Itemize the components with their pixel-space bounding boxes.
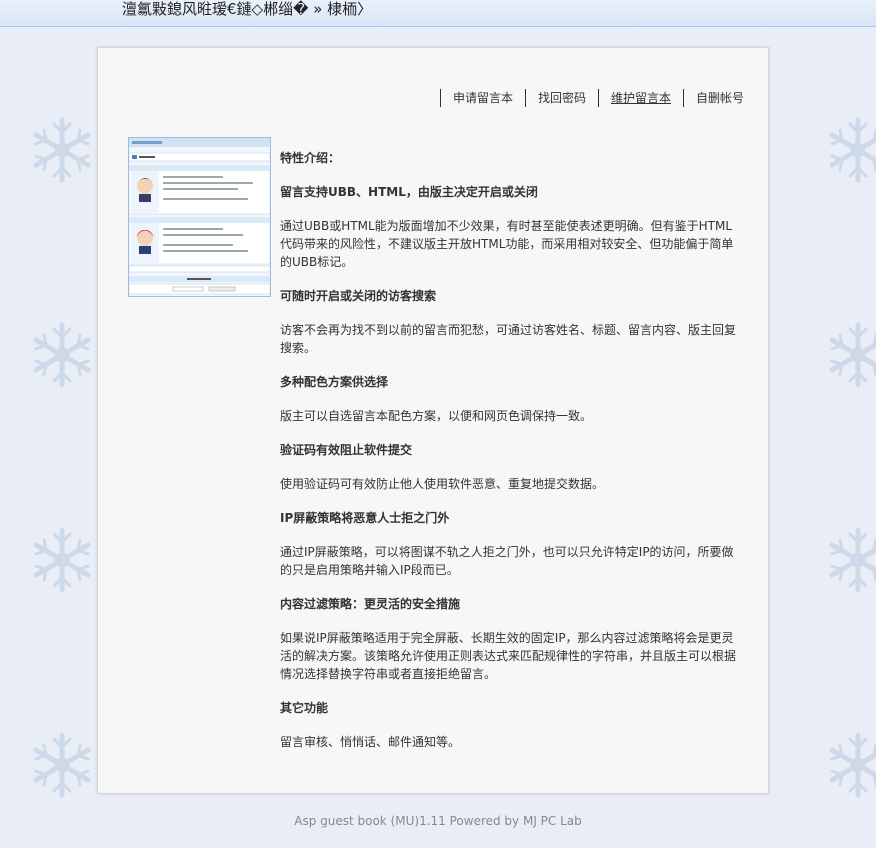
- feature-description: 通过IP屏蔽策略，可以将图谋不轨之人拒之门外，也可以只允许特定IP的访问，所要做…: [280, 545, 734, 577]
- feature-title: 多种配色方案供选择: [280, 375, 389, 389]
- feature-description: 留言审核、悄悄话、邮件通知等。: [280, 735, 461, 749]
- nav-delete-account[interactable]: 自删帐号: [682, 89, 744, 107]
- footer-credit: Asp guest book (MU)1.11 Powered by MJ PC…: [294, 814, 582, 828]
- snowflake-icon: [36, 325, 88, 385]
- snowflake-icon: [832, 735, 876, 795]
- top-bar: 澶氱敤鎴风暀瑷€鏈◇郴缁� » 棣栭〉: [0, 0, 876, 27]
- breadcrumb: 澶氱敤鎴风暀瑷€鏈◇郴缁� » 棣栭〉: [122, 0, 373, 18]
- snowflake-icon: [832, 325, 876, 385]
- feature-title: 内容过滤策略：更灵活的安全措施: [280, 597, 461, 611]
- feature-title: IP屏蔽策略将恶意人士拒之门外: [280, 511, 450, 525]
- feature-title: 验证码有效阻止软件提交: [280, 443, 413, 457]
- features-content: 特性介绍： 留言支持UBB、HTML，由版主决定开启或关闭 通过UBB或HTML…: [280, 149, 740, 767]
- snowflake-icon: [36, 120, 88, 180]
- feature-title: 可随时开启或关闭的访客搜索: [280, 289, 437, 303]
- top-nav: 申请留言本 找回密码 维护留言本 自删帐号: [439, 89, 744, 107]
- feature-description: 版主可以自选留言本配色方案，以便和网页色调保持一致。: [280, 409, 593, 423]
- nav-recover-password[interactable]: 找回密码: [524, 89, 598, 107]
- feature-description: 访客不会再为找不到以前的留言而犯愁，可通过访客姓名、标题、留言内容、版主回复搜索…: [280, 323, 737, 355]
- snowflake-icon: [36, 735, 88, 795]
- main-panel: 申请留言本 找回密码 维护留言本 自删帐号 特性介绍： 留言支持UBB、HTML…: [97, 47, 769, 794]
- snowflake-icon: [832, 120, 876, 180]
- features-heading: 特性介绍：: [280, 151, 341, 165]
- snowflake-icon: [36, 530, 88, 590]
- guestbook-preview-image: [128, 137, 271, 297]
- feature-description: 如果说IP屏蔽策略适用于完全屏蔽、长期生效的固定IP，那么内容过滤策略将会是更灵…: [280, 631, 737, 681]
- snowflake-icon: [832, 530, 876, 590]
- feature-title: 留言支持UBB、HTML，由版主决定开启或关闭: [280, 185, 538, 199]
- feature-description: 使用验证码可有效防止他人使用软件恶意、重复地提交数据。: [280, 477, 605, 491]
- nav-manage-guestbook[interactable]: 维护留言本: [597, 89, 683, 107]
- nav-apply-guestbook[interactable]: 申请留言本: [439, 89, 525, 107]
- feature-description: 通过UBB或HTML能为版面增加不少效果，有时甚至能使表述更明确。但有鉴于HTM…: [280, 219, 734, 269]
- guestbook-preview-drawing: [129, 138, 270, 296]
- feature-title: 其它功能: [280, 701, 329, 715]
